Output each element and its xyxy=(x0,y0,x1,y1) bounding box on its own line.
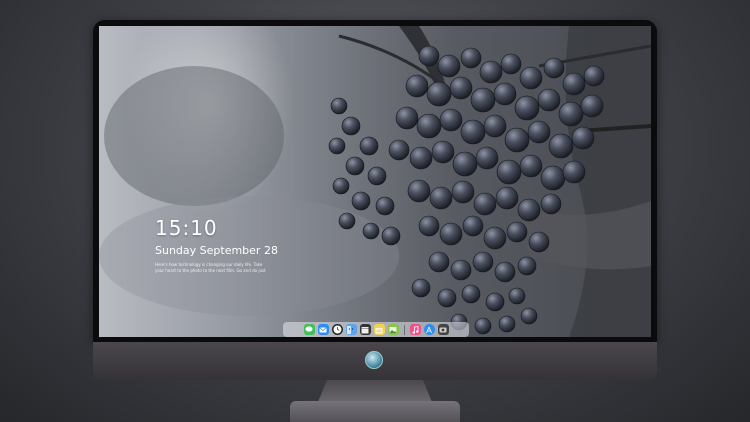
lock-screen: 15:10 Sunday September 28 Here's how tec… xyxy=(99,26,651,337)
monitor-chin xyxy=(93,342,657,380)
dock-separator xyxy=(403,324,405,335)
music-icon[interactable] xyxy=(409,324,421,335)
monitor-stand-base xyxy=(290,401,460,422)
dock xyxy=(283,322,469,337)
clapper-icon[interactable] xyxy=(359,324,371,335)
monitor: 15:10 Sunday September 28 Here's how tec… xyxy=(93,20,657,382)
mail-icon[interactable] xyxy=(317,324,329,335)
lock-screen-caption: Here's how technology is changing our da… xyxy=(155,262,275,274)
notes-icon[interactable] xyxy=(373,324,385,335)
lock-screen-date: Sunday September 28 xyxy=(155,244,278,257)
monitor-stand-neck xyxy=(318,380,432,402)
monitor-bezel: 15:10 Sunday September 28 Here's how tec… xyxy=(93,20,657,342)
lock-screen-time: 15:10 xyxy=(155,216,218,240)
caption-line: your heart to the photo to the next film… xyxy=(155,268,266,273)
grapes-wallpaper xyxy=(99,26,651,337)
messages-icon[interactable] xyxy=(303,324,315,335)
photos-icon[interactable] xyxy=(387,324,399,335)
brand-logo-icon xyxy=(365,351,383,369)
camera-icon[interactable] xyxy=(437,324,449,335)
appstore-icon[interactable] xyxy=(423,324,435,335)
clock-icon[interactable] xyxy=(331,324,343,335)
finder-icon[interactable] xyxy=(345,324,357,335)
